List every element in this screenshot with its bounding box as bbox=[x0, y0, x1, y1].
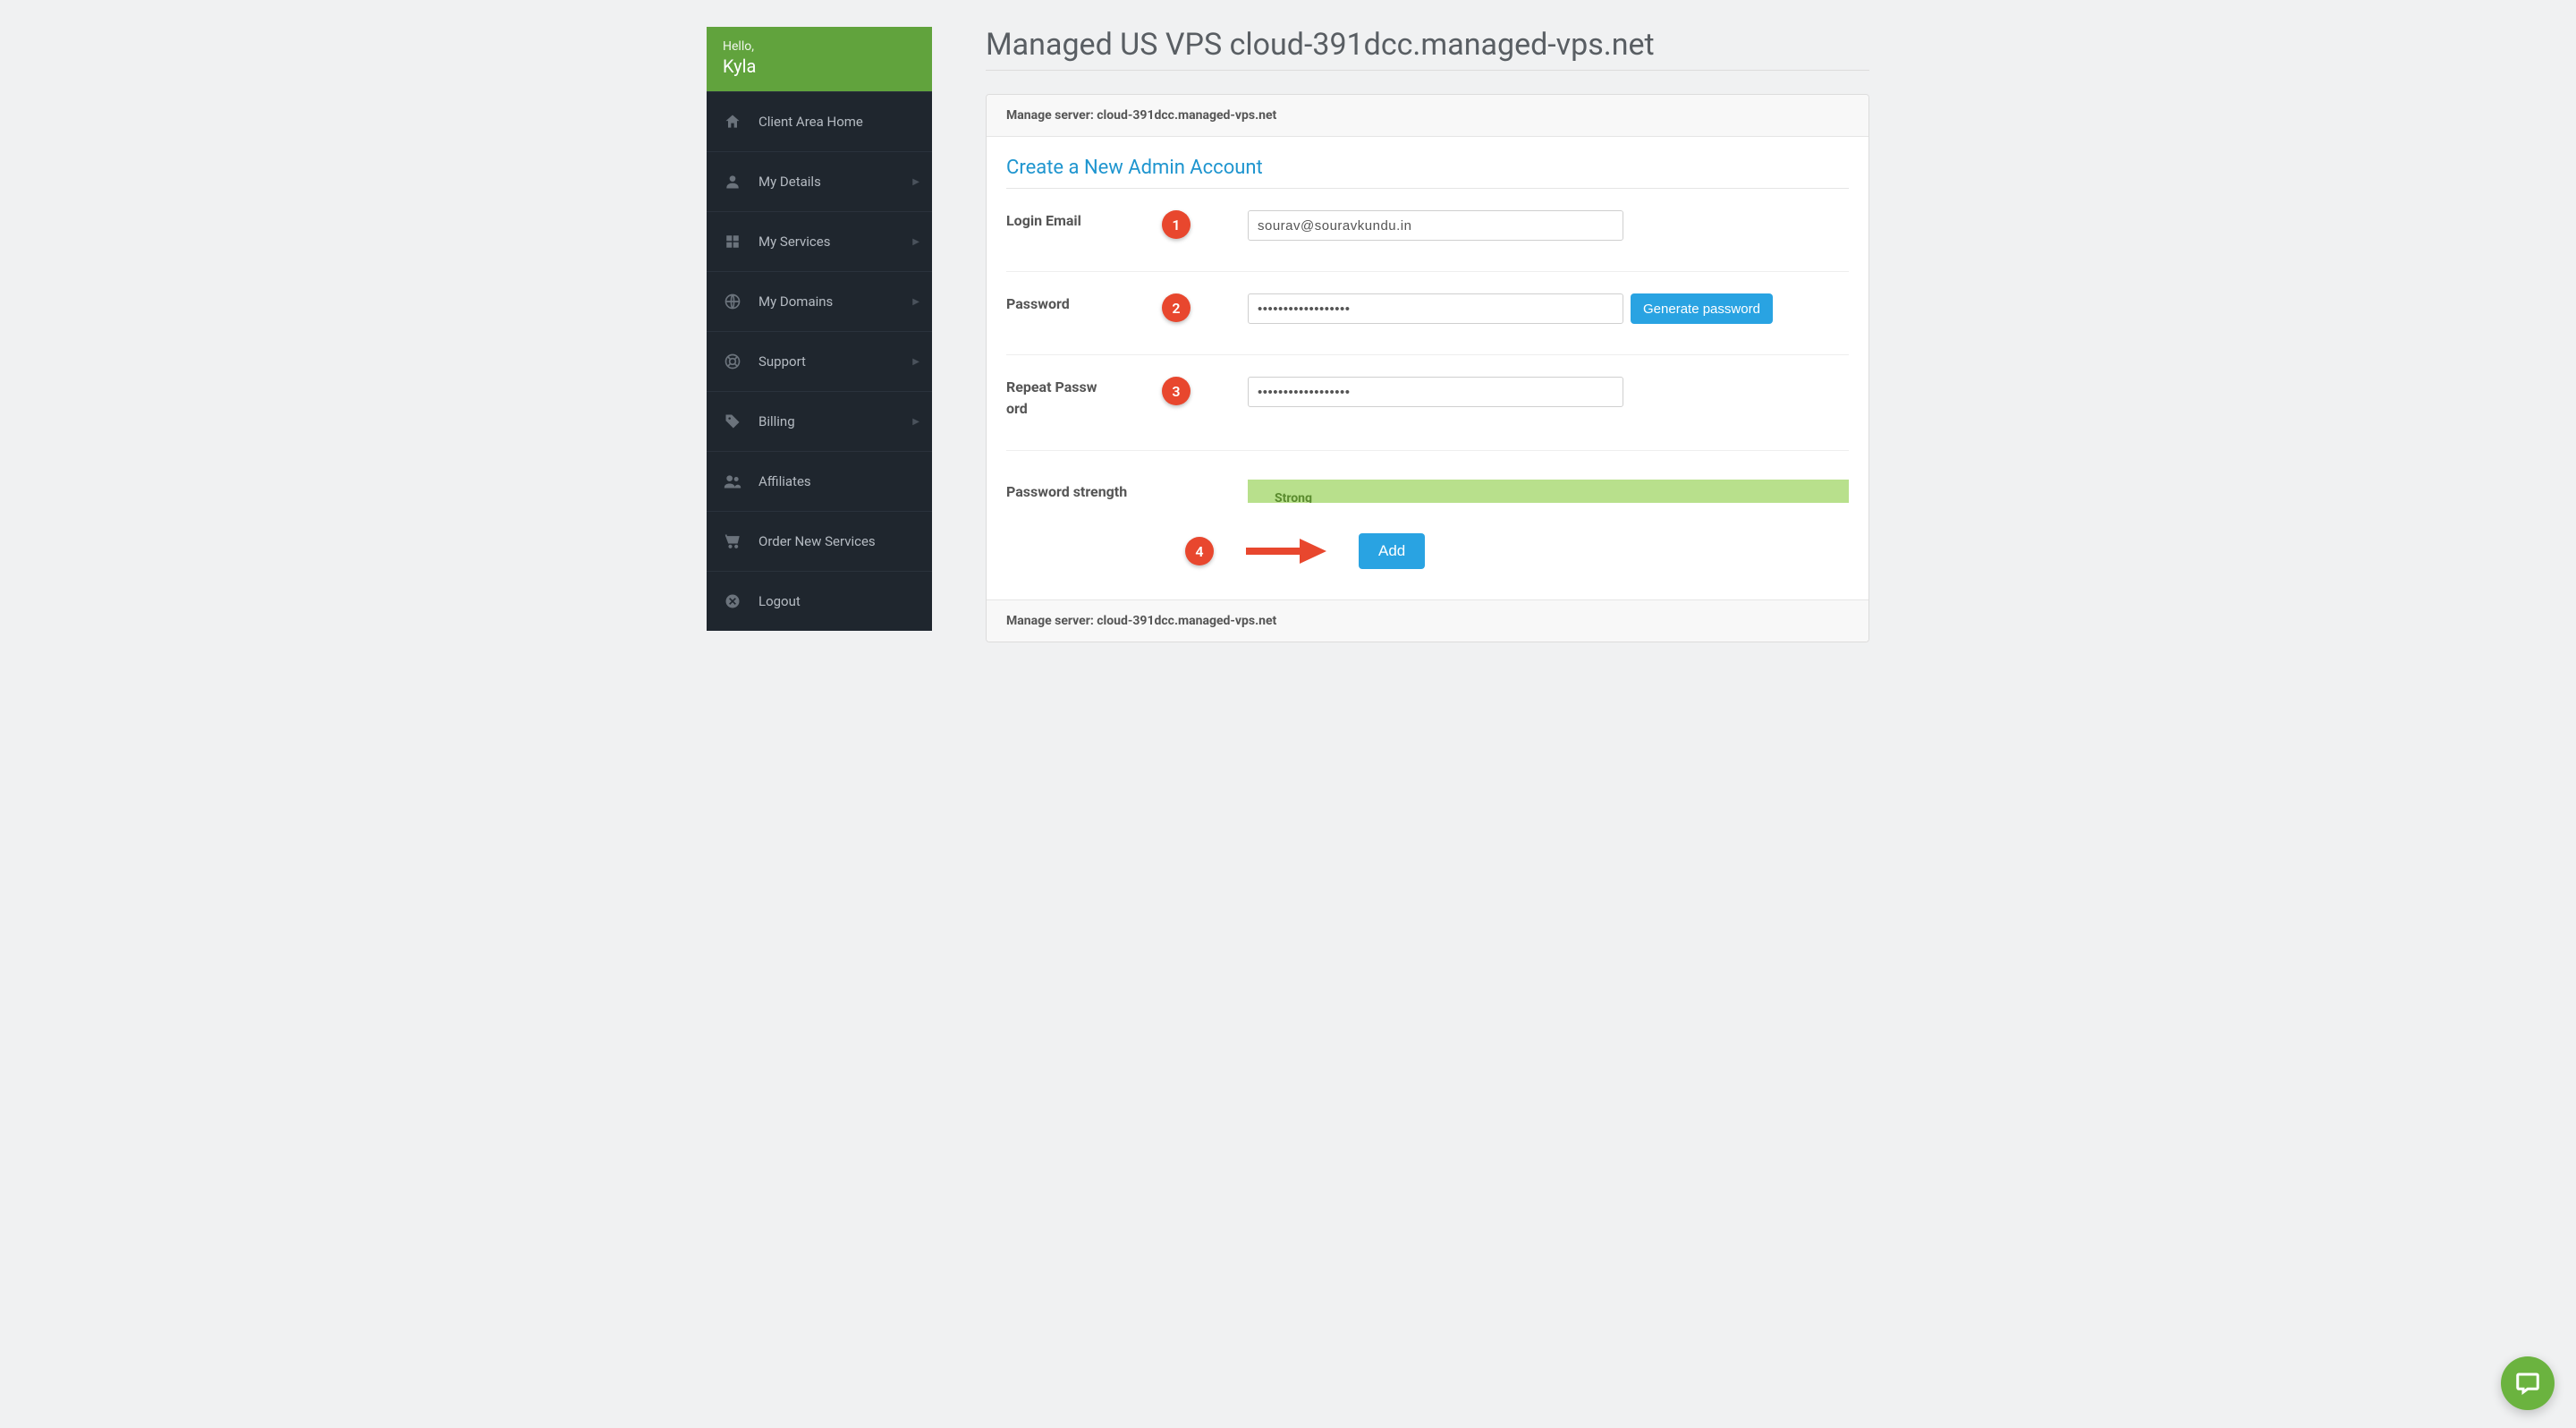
password-strength-label: Password strength bbox=[1006, 483, 1248, 500]
panel-footer-prefix: Manage server: bbox=[1006, 614, 1097, 628]
login-email-input[interactable] bbox=[1248, 210, 1623, 241]
manage-server-panel: Manage server: cloud-391dcc.managed-vps.… bbox=[986, 94, 1869, 642]
password-label: Password bbox=[1006, 293, 1105, 315]
sidebar-item-label: Support bbox=[758, 353, 806, 370]
form-row-login-email: Login Email 1 bbox=[1006, 205, 1849, 272]
sidebar-item-my-services[interactable]: My Services ▶ bbox=[707, 211, 932, 271]
chevron-right-icon: ▶ bbox=[912, 417, 919, 427]
sidebar-item-logout[interactable]: Logout bbox=[707, 571, 932, 631]
annotation-badge-4: 4 bbox=[1185, 537, 1214, 565]
repeat-password-label: Repeat Password bbox=[1006, 377, 1105, 420]
chat-icon bbox=[2514, 1370, 2541, 1397]
sidebar-item-my-domains[interactable]: My Domains ▶ bbox=[707, 271, 932, 331]
main-content: Managed US VPS cloud-391dcc.managed-vps.… bbox=[986, 27, 1869, 642]
form-row-password: Password 2 Generate password bbox=[1006, 288, 1849, 355]
repeat-password-input[interactable] bbox=[1248, 377, 1623, 407]
close-circle-icon bbox=[723, 591, 742, 611]
grid-icon bbox=[723, 232, 742, 251]
sidebar-item-label: My Domains bbox=[758, 293, 833, 310]
sidebar-item-label: My Details bbox=[758, 174, 821, 190]
username-text: Kyla bbox=[723, 55, 916, 77]
sidebar-item-label: Client Area Home bbox=[758, 114, 863, 130]
sidebar-item-my-details[interactable]: My Details ▶ bbox=[707, 151, 932, 211]
annotation-badge-2: 2 bbox=[1162, 293, 1191, 322]
annotation-cell: 3 bbox=[1105, 377, 1248, 405]
user-icon bbox=[723, 172, 742, 191]
greeting-text: Hello, bbox=[723, 39, 916, 54]
password-strength-value: Strong bbox=[1275, 491, 1312, 503]
generate-password-button[interactable]: Generate password bbox=[1631, 293, 1773, 324]
home-icon bbox=[723, 112, 742, 132]
people-icon bbox=[723, 472, 742, 491]
annotation-badge-1: 1 bbox=[1162, 210, 1191, 239]
panel-header-server: cloud-391dcc.managed-vps.net bbox=[1097, 108, 1276, 123]
annotation-cell: 1 bbox=[1105, 210, 1248, 239]
password-strength-bar: Strong bbox=[1248, 480, 1849, 503]
sidebar-item-label: Order New Services bbox=[758, 533, 876, 549]
arrow-right-icon bbox=[1246, 539, 1326, 564]
sidebar-item-label: Affiliates bbox=[758, 473, 811, 489]
sidebar-item-affiliates[interactable]: Affiliates bbox=[707, 451, 932, 511]
tag-icon bbox=[723, 412, 742, 431]
annotation-badge-3: 3 bbox=[1162, 377, 1191, 405]
page-title: Managed US VPS cloud-391dcc.managed-vps.… bbox=[986, 27, 1869, 63]
panel-header-prefix: Manage server: bbox=[1006, 108, 1097, 123]
password-strength-row: Password strength Strong bbox=[1006, 467, 1849, 508]
sidebar-item-order-new-services[interactable]: Order New Services bbox=[707, 511, 932, 571]
title-divider bbox=[986, 70, 1869, 71]
sidebar: Hello, Kyla Client Area Home My Details … bbox=[707, 27, 932, 631]
panel-body: Create a New Admin Account Login Email 1 bbox=[987, 137, 1868, 599]
sidebar-item-billing[interactable]: Billing ▶ bbox=[707, 391, 932, 451]
section-title: Create a New Admin Account bbox=[1006, 157, 1849, 189]
sidebar-item-client-area-home[interactable]: Client Area Home bbox=[707, 91, 932, 151]
panel-footer-server: cloud-391dcc.managed-vps.net bbox=[1097, 614, 1276, 628]
sidebar-greeting-block: Hello, Kyla bbox=[707, 27, 932, 91]
sidebar-item-support[interactable]: Support ▶ bbox=[707, 331, 932, 391]
submit-row: 4 Add bbox=[1006, 508, 1849, 599]
cart-icon bbox=[723, 531, 742, 551]
sidebar-item-label: Billing bbox=[758, 413, 795, 429]
panel-footer: Manage server: cloud-391dcc.managed-vps.… bbox=[987, 599, 1868, 642]
chevron-right-icon: ▶ bbox=[912, 297, 919, 307]
chevron-right-icon: ▶ bbox=[912, 237, 919, 247]
annotation-cell: 2 bbox=[1105, 293, 1248, 322]
chat-fab[interactable] bbox=[2501, 1356, 2555, 1410]
chevron-right-icon: ▶ bbox=[912, 357, 919, 367]
lifebuoy-icon bbox=[723, 352, 742, 371]
sidebar-item-label: Logout bbox=[758, 593, 801, 609]
globe-icon bbox=[723, 292, 742, 311]
add-button[interactable]: Add bbox=[1359, 533, 1425, 569]
form-row-repeat-password: Repeat Password 3 bbox=[1006, 371, 1849, 451]
panel-header: Manage server: cloud-391dcc.managed-vps.… bbox=[987, 95, 1868, 137]
chevron-right-icon: ▶ bbox=[912, 177, 919, 187]
sidebar-item-label: My Services bbox=[758, 234, 830, 250]
password-input[interactable] bbox=[1248, 293, 1623, 324]
login-email-label: Login Email bbox=[1006, 210, 1105, 232]
